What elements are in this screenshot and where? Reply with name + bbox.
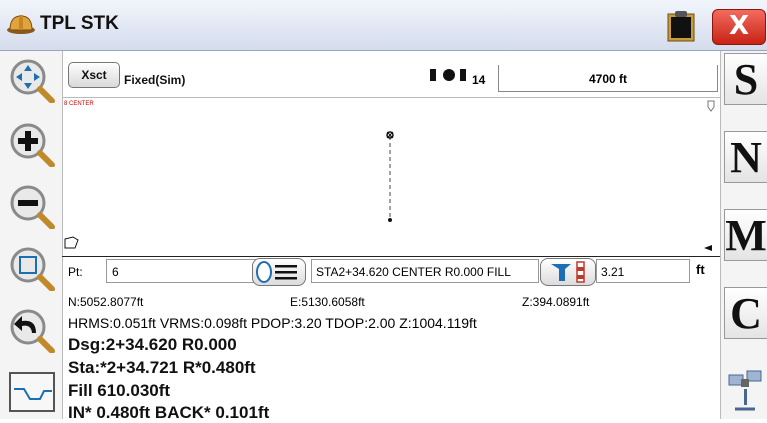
pt-label: Pt: (68, 265, 83, 279)
unit-label: ft (696, 262, 705, 277)
elevation-value: Z:394.0891ft (522, 295, 590, 309)
satellite-count: 14 (472, 73, 486, 87)
pointer-marker (704, 245, 712, 251)
design-line: Dsg:2+34.620 R0.000 (68, 335, 237, 354)
station-line: Sta:*2+34.721 R*0.480ft (68, 358, 256, 377)
scale-indicator: 4700 ft (498, 65, 718, 92)
xsct-button[interactable]: Xsct (68, 62, 120, 88)
list-icon[interactable] (252, 258, 306, 286)
cutfill-line: Fill 610.030ft (68, 381, 171, 400)
helmet-icon (7, 15, 35, 34)
easting-value: E:5130.6058ft (290, 295, 365, 309)
map-drawing (64, 100, 715, 251)
satellite-icon (430, 69, 466, 81)
pan-icon[interactable] (6, 57, 58, 103)
zoom-out-icon[interactable] (6, 183, 58, 229)
status-strip: Xsct Fixed(Sim) 14 4700 ft (62, 51, 720, 97)
right-toolbar: S N M C (720, 51, 767, 419)
station-input[interactable]: STA2+34.620 CENTER R0.000 FILL (311, 259, 539, 283)
rod-height-input[interactable]: 3.21 (596, 259, 690, 283)
readout-panel: N:5052.8077ft E:5130.6058ft Z:394.0891ft… (62, 289, 720, 422)
m-button[interactable]: M (724, 209, 767, 261)
clipboard-icon[interactable] (666, 10, 696, 42)
profile-icon[interactable] (6, 369, 58, 415)
quality-line: HRMS:0.051ft VRMS:0.098ft PDOP:3.20 TDOP… (68, 315, 477, 331)
fix-status: Fixed(Sim) (124, 73, 186, 87)
northing-value: N:5052.8077ft (68, 295, 144, 309)
s-button[interactable]: S (724, 53, 767, 105)
point-row: Pt: 6 STA2+34.620 CENTER R0.000 FILL 3.2… (62, 256, 720, 288)
map-canvas[interactable]: 8 CENTER (62, 97, 720, 257)
direction-line: IN* 0.480ft BACK* 0.101ft (68, 403, 270, 422)
rod-height-icon[interactable] (540, 258, 596, 286)
close-button[interactable]: X (712, 9, 766, 45)
zoom-window-icon[interactable] (6, 245, 58, 291)
zoom-in-icon[interactable] (6, 121, 58, 167)
edit-icon (64, 236, 79, 249)
north-marker (707, 100, 715, 112)
title-bar: TPL STK X (0, 0, 767, 51)
left-toolbar (0, 51, 63, 419)
app-title: TPL STK (40, 13, 119, 34)
satellite-tool-icon[interactable] (725, 365, 765, 415)
c-button[interactable]: C (724, 287, 767, 339)
n-button[interactable]: N (724, 131, 767, 183)
current-position (388, 218, 392, 222)
undo-zoom-icon[interactable] (6, 307, 58, 353)
